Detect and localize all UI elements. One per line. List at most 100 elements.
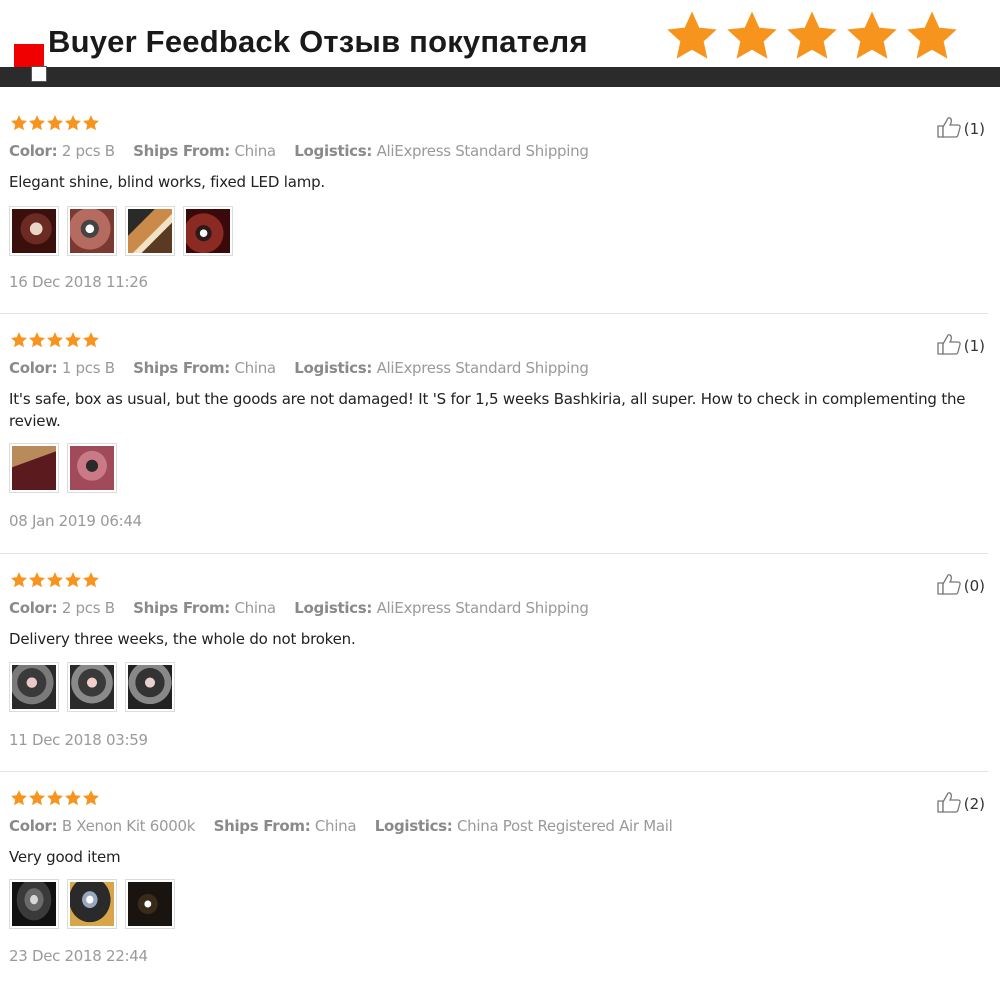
star-icon (83, 115, 99, 131)
star-icon (29, 115, 45, 131)
star-icon (83, 572, 99, 588)
review-photo[interactable] (9, 879, 59, 929)
star-icon (83, 790, 99, 806)
banner-star-icon (907, 11, 957, 59)
star-icon (65, 790, 81, 806)
banner-star-icon (667, 11, 717, 59)
thumbs-up-icon (936, 333, 962, 359)
review-date: 16 Dec 2018 11:26 (9, 273, 148, 291)
banner-title: Buyer Feedback Отзыв покупателя (48, 24, 588, 59)
rating-stars (10, 114, 100, 132)
color-label: Color: (9, 142, 58, 160)
star-icon (11, 572, 27, 588)
helpful-count: (1) (963, 337, 985, 355)
review-photo[interactable] (183, 206, 233, 256)
review-meta: Color: 1 pcs B Ships From: China Logisti… (9, 359, 603, 377)
white-square-decoration (31, 66, 47, 82)
review-photo[interactable] (9, 662, 59, 712)
star-icon (11, 790, 27, 806)
helpful-button[interactable]: (1) (936, 333, 985, 359)
banner-bar (0, 67, 1000, 87)
review-date: 23 Dec 2018 22:44 (9, 947, 148, 965)
review-text: Elegant shine, blind works, fixed LED la… (9, 173, 326, 191)
helpful-button[interactable]: (2) (936, 791, 985, 817)
helpful-count: (0) (963, 577, 985, 595)
review-date: 11 Dec 2018 03:59 (9, 731, 148, 749)
review-photo[interactable] (125, 206, 175, 256)
color-label: Color: (9, 599, 58, 617)
review-photo[interactable] (125, 879, 175, 929)
review-item: Color: 2 pcs B Ships From: China Logisti… (0, 554, 988, 772)
ships-from-value: China (234, 142, 276, 160)
review-meta: Color: 2 pcs B Ships From: China Logisti… (9, 142, 603, 160)
ships-from-label: Ships From: (133, 359, 230, 377)
review-photo[interactable] (67, 443, 117, 493)
star-icon (65, 572, 81, 588)
star-icon (29, 572, 45, 588)
thumbs-up-icon (936, 116, 962, 142)
helpful-button[interactable]: (0) (936, 573, 985, 599)
logistics-label: Logistics: (294, 359, 373, 377)
ships-from-value: China (314, 817, 357, 835)
ships-from-label: Ships From: (133, 599, 230, 617)
ships-from-value: China (234, 599, 276, 617)
ships-from-value: China (234, 359, 276, 377)
helpful-button[interactable]: (1) (936, 116, 985, 142)
star-icon (83, 332, 99, 348)
review-photo[interactable] (67, 206, 117, 256)
banner-stars (664, 8, 960, 64)
logistics-label: Logistics: (294, 599, 373, 617)
review-date: 08 Jan 2019 06:44 (9, 512, 142, 530)
review-item: Color: 2 pcs B Ships From: China Logisti… (0, 96, 988, 314)
logistics-value: AliExpress Standard Shipping (376, 359, 589, 377)
star-icon (11, 332, 27, 348)
review-photo[interactable] (9, 206, 59, 256)
review-photos (9, 206, 233, 256)
color-value: 2 pcs B (61, 599, 115, 617)
star-icon (11, 115, 27, 131)
rating-stars (10, 789, 100, 807)
logistics-label: Logistics: (374, 817, 453, 835)
review-photos (9, 443, 117, 493)
star-icon (65, 115, 81, 131)
banner-star-icon (847, 11, 897, 59)
star-icon (29, 790, 45, 806)
banner-star-icon (787, 11, 837, 59)
rating-stars (10, 571, 100, 589)
star-icon (29, 332, 45, 348)
color-value: 1 pcs B (61, 359, 115, 377)
review-meta: Color: B Xenon Kit 6000k Ships From: Chi… (9, 817, 687, 835)
color-label: Color: (9, 817, 58, 835)
review-item: Color: B Xenon Kit 6000k Ships From: Chi… (0, 772, 988, 998)
color-value: B Xenon Kit 6000k (61, 817, 196, 835)
logistics-value: China Post Registered Air Mail (456, 817, 673, 835)
review-item: Color: 1 pcs B Ships From: China Logisti… (0, 314, 988, 554)
star-icon (65, 332, 81, 348)
star-icon (47, 115, 63, 131)
color-value: 2 pcs B (61, 142, 115, 160)
review-meta: Color: 2 pcs B Ships From: China Logisti… (9, 599, 603, 617)
review-photo[interactable] (125, 662, 175, 712)
star-icon (47, 332, 63, 348)
thumbs-up-icon (936, 791, 962, 817)
rating-stars (10, 331, 100, 349)
review-text: Delivery three weeks, the whole do not b… (9, 630, 356, 648)
banner-star-icon (727, 11, 777, 59)
feedback-banner: Buyer Feedback Отзыв покупателя (0, 0, 1000, 96)
helpful-count: (2) (963, 795, 985, 813)
review-text: Very good item (9, 848, 121, 866)
ships-from-label: Ships From: (213, 817, 311, 835)
review-photo[interactable] (9, 443, 59, 493)
star-icon (47, 572, 63, 588)
review-photos (9, 879, 175, 929)
logistics-value: AliExpress Standard Shipping (376, 142, 589, 160)
review-photo[interactable] (67, 879, 117, 929)
review-photo[interactable] (67, 662, 117, 712)
review-text: It's safe, box as usual, but the goods a… (9, 390, 966, 430)
logistics-value: AliExpress Standard Shipping (376, 599, 589, 617)
logistics-label: Logistics: (294, 142, 373, 160)
review-photos (9, 662, 175, 712)
thumbs-up-icon (936, 573, 962, 599)
star-icon (47, 790, 63, 806)
ships-from-label: Ships From: (133, 142, 230, 160)
